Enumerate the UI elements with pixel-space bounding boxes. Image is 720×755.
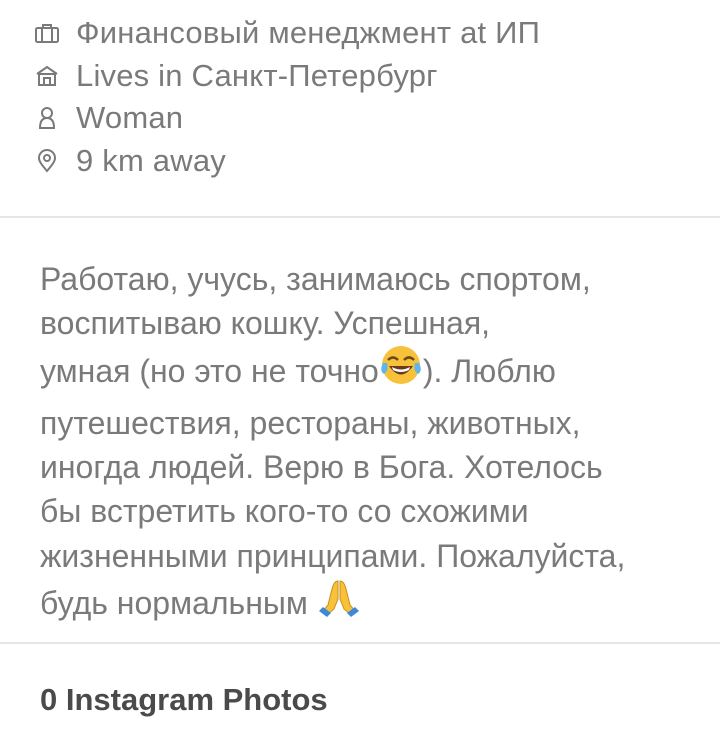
gender-row: Woman (0, 97, 720, 140)
city-text: Lives in Санкт-Петербург (76, 57, 438, 93)
bio-line: иногда людей. Верю в Бога. Хотелось (40, 449, 603, 486)
bio-line-part: ). Люблю (422, 352, 556, 389)
job-text: Финансовый менеджмент at ИП (76, 15, 541, 51)
city-row: Lives in Санкт-Петербург (0, 55, 720, 98)
location-pin-icon (32, 146, 62, 176)
bio-text: Работаю, учусь, занимаюсь спортом, воспи… (40, 257, 700, 633)
bio-line: жизненными принципами. Пожалуйста, (40, 537, 626, 574)
bio-line: бы встретить кого-то со схожими (40, 493, 529, 530)
section-divider (0, 216, 720, 218)
profile-info-list: Финансовый менеджмент at ИП Lives in Сан… (0, 12, 720, 182)
distance-text: 9 km away (76, 142, 226, 178)
distance-row: 9 km away (0, 140, 720, 183)
briefcase-icon (32, 18, 62, 48)
bio-line: будь нормальным (40, 578, 700, 633)
gender-text: Woman (76, 100, 184, 136)
folded-hands-emoji (317, 575, 361, 630)
bio-line-part: будь нормальным (40, 585, 317, 622)
bio-line-part: умная (но это не точно (40, 352, 379, 389)
home-icon (32, 61, 62, 91)
bio-line: путешествия, рестораны, животных, (40, 404, 581, 441)
person-icon (32, 103, 62, 133)
job-row: Финансовый менеджмент at ИП (0, 12, 720, 55)
instagram-photos-heading: 0 Instagram Photos (40, 682, 328, 717)
section-divider (0, 642, 720, 644)
bio-line: воспитываю кошку. Успешная, (40, 305, 491, 342)
bio-line: Работаю, учусь, занимаюсь спортом, (40, 261, 591, 297)
bio-line: умная (но это не точно ). Люблю (40, 343, 700, 401)
joy-emoji (379, 343, 423, 398)
